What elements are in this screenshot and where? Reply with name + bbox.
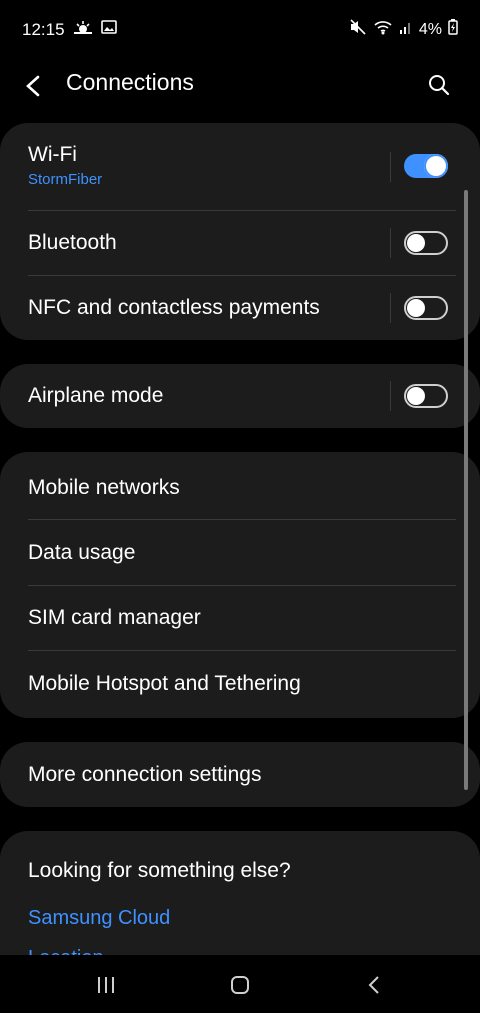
mobile-networks-row[interactable]: Mobile networks xyxy=(0,452,480,520)
mute-icon xyxy=(349,19,367,40)
back-icon xyxy=(368,976,379,994)
hotspot-label: Mobile Hotspot and Tethering xyxy=(28,672,301,695)
samsung-cloud-link[interactable]: Samsung Cloud xyxy=(0,907,170,930)
battery-level: 4% xyxy=(418,20,442,38)
sim-manager-label: SIM card manager xyxy=(28,606,201,629)
hotspot-row[interactable]: Mobile Hotspot and Tethering xyxy=(0,651,480,718)
separator xyxy=(390,381,391,411)
more-settings-row[interactable]: More connection settings xyxy=(0,742,480,807)
bluetooth-label: Bluetooth xyxy=(28,231,117,254)
wifi-toggle[interactable] xyxy=(404,154,448,178)
home-button[interactable] xyxy=(220,969,260,1001)
weather-icon xyxy=(73,19,93,40)
search-icon xyxy=(429,75,450,96)
data-usage-label: Data usage xyxy=(28,541,136,564)
nfc-row[interactable]: NFC and contactless payments xyxy=(0,276,480,340)
connections-group-1: Wi-Fi StormFiber Bluetooth NFC and conta… xyxy=(0,123,480,340)
separator xyxy=(390,228,391,258)
status-time: 12:15 xyxy=(22,19,65,39)
chevron-left-icon xyxy=(26,75,40,97)
airplane-row[interactable]: Airplane mode xyxy=(0,364,480,428)
suggestions-heading: Looking for something else? xyxy=(28,859,291,882)
wifi-label: Wi-Fi xyxy=(28,143,77,166)
status-right: 4% xyxy=(349,19,458,40)
signal-icon xyxy=(399,19,413,40)
more-settings-label: More connection settings xyxy=(28,763,262,786)
recent-apps-button[interactable] xyxy=(86,969,126,1001)
airplane-toggle[interactable] xyxy=(404,384,448,408)
recent-apps-icon xyxy=(98,977,114,993)
separator xyxy=(390,152,391,182)
wifi-icon xyxy=(373,19,393,40)
sim-manager-row[interactable]: SIM card manager xyxy=(0,586,480,651)
home-icon xyxy=(231,976,249,994)
bluetooth-toggle[interactable] xyxy=(404,231,448,255)
connections-group-4: More connection settings xyxy=(0,742,480,807)
app-bar: Connections xyxy=(0,58,480,116)
battery-icon xyxy=(448,19,458,40)
status-bar: 12:15 4% xyxy=(0,0,480,58)
nav-back-button[interactable] xyxy=(354,969,394,1001)
nfc-toggle[interactable] xyxy=(404,296,448,320)
search-button[interactable] xyxy=(422,68,456,102)
airplane-label: Airplane mode xyxy=(28,384,164,407)
image-icon xyxy=(100,19,117,40)
mobile-networks-label: Mobile networks xyxy=(28,476,180,499)
wifi-row[interactable]: Wi-Fi StormFiber xyxy=(0,123,480,211)
data-usage-row[interactable]: Data usage xyxy=(0,520,480,586)
suggestions-card: Looking for something else? Samsung Clou… xyxy=(0,831,480,956)
status-left: 12:15 xyxy=(22,19,117,40)
bluetooth-row[interactable]: Bluetooth xyxy=(0,211,480,276)
connections-group-2: Airplane mode xyxy=(0,364,480,428)
connections-group-3: Mobile networks Data usage SIM card mana… xyxy=(0,452,480,718)
wifi-network: StormFiber xyxy=(28,171,103,188)
nfc-label: NFC and contactless payments xyxy=(28,296,320,319)
page-title: Connections xyxy=(66,69,194,95)
back-button[interactable] xyxy=(24,66,64,106)
navigation-bar xyxy=(0,955,480,1013)
separator xyxy=(390,293,391,323)
scrollbar[interactable] xyxy=(464,190,468,790)
